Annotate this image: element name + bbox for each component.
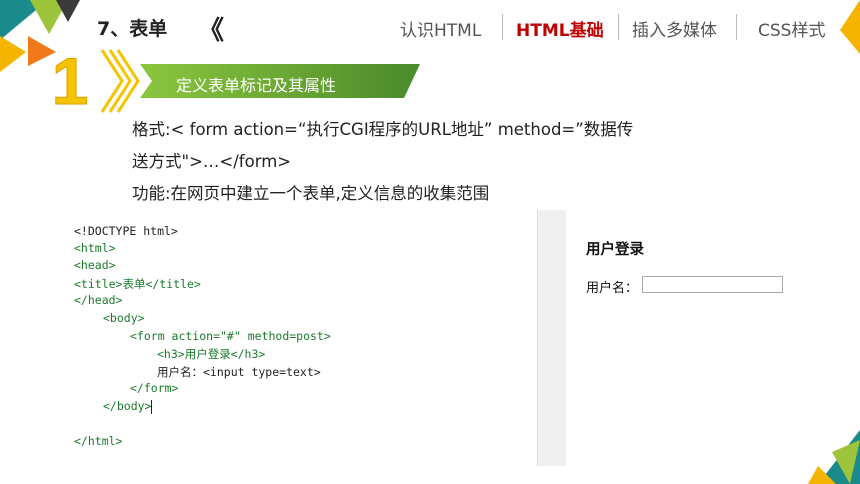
corner-bottom-green-triangle: [832, 440, 860, 484]
username-label: 用户名：: [586, 281, 639, 296]
code-line: </body>: [103, 399, 152, 413]
section-heading-graphics: [100, 49, 420, 113]
syntax-line-1: 格式:< form action=“执行CGI程序的URL地址” method=…: [132, 120, 634, 139]
code-line: </html>: [74, 434, 123, 448]
section-number: 1: [52, 48, 89, 112]
code-line: </form>: [130, 381, 179, 395]
code-line: 用户名：<input type=text>: [157, 365, 321, 379]
code-line: </head>: [74, 293, 123, 307]
syntax-line-2: 送方式">…</form>: [132, 152, 292, 171]
username-input[interactable]: [642, 276, 783, 293]
function-line: 功能:在网页中建立一个表单,定义信息的收集范围: [132, 184, 490, 203]
code-line: <title>表单</title>: [74, 277, 201, 291]
code-line: <head>: [74, 258, 116, 272]
section-number-badge: 1: [51, 48, 89, 112]
code-line: <h3>用户登录</h3>: [157, 347, 266, 361]
preview-heading: 用户登录: [586, 242, 644, 258]
chevron-line-1: [100, 49, 124, 113]
code-line: <form action="#" method=post>: [130, 329, 331, 343]
code-line: <!DOCTYPE html>: [74, 224, 178, 238]
panel-divider[interactable]: [537, 210, 567, 466]
text-caret: [151, 400, 152, 414]
section-title: 定义表单标记及其属性: [176, 76, 337, 95]
code-line: <html>: [74, 241, 116, 255]
corner-bottom-teal-triangle: [818, 430, 860, 484]
chevron-line-2: [108, 49, 132, 113]
corner-bottom-yellow-triangle: [808, 466, 836, 484]
code-line: <body>: [103, 311, 145, 325]
